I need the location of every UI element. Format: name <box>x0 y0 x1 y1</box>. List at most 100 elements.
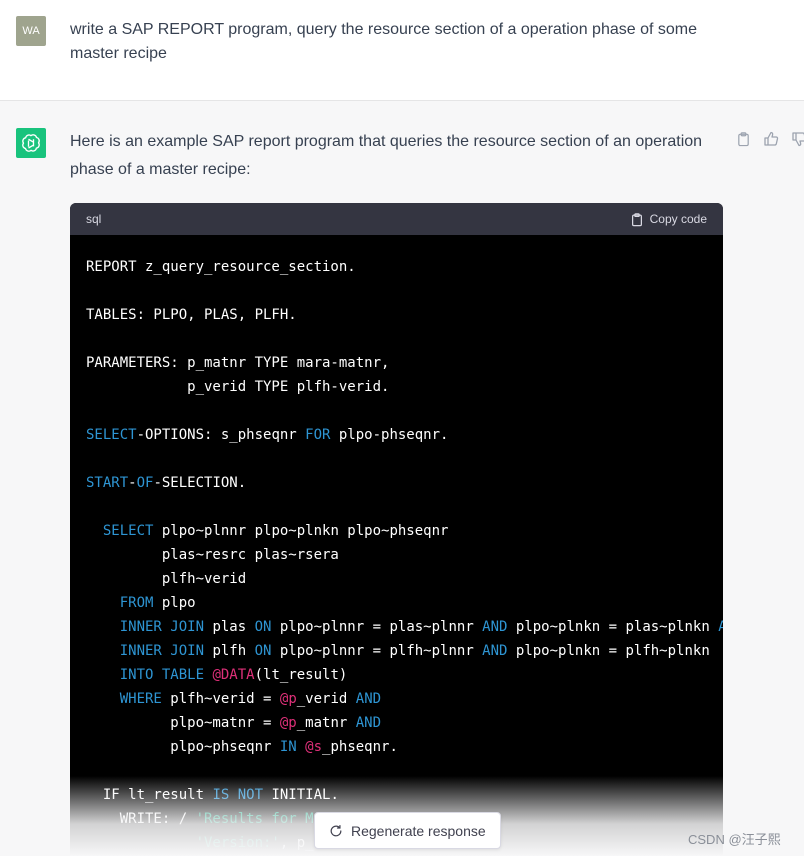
code-line: WHERE plfh~verid = @p_verid AND <box>86 687 707 711</box>
code-token: plpo~plnkn = plfh~plnkn <box>507 643 710 659</box>
code-token: plfh~verid <box>86 571 247 587</box>
code-token: plpo-phseqnr. <box>330 427 449 443</box>
user-message-row: WA write a SAP REPORT program, query the… <box>0 0 804 101</box>
code-token: -OPTIONS: s_phseqnr <box>136 427 306 443</box>
code-token: OF <box>136 475 154 491</box>
thumbs-up-icon[interactable] <box>762 130 780 148</box>
code-token: -SELECTION. <box>153 475 247 491</box>
code-token: PARAMETERS: p_matnr TYPE mara-matnr, <box>86 355 390 371</box>
code-line: START-OF-SELECTION. <box>86 471 707 495</box>
code-line: plfh~verid <box>86 567 707 591</box>
openai-logo-icon <box>16 128 46 158</box>
code-line: INNER JOIN plfh ON plpo~plnnr = plfh~pln… <box>86 639 710 663</box>
code-line: FROM plpo <box>86 591 707 615</box>
code-line: INNER JOIN plas ON plpo~plnnr = plas~pln… <box>86 615 723 639</box>
code-token: IN <box>279 739 297 755</box>
code-line: plpo~phseqnr IN @s_phseqnr. <box>86 735 707 759</box>
code-line: SELECT plpo~plnnr plpo~plnkn plpo~phseqn… <box>86 519 707 543</box>
code-token: WHERE <box>119 691 162 707</box>
clipboard-icon <box>631 212 642 226</box>
code-token: (lt_result) <box>254 667 348 683</box>
code-token: ON <box>254 619 272 635</box>
code-token: @p <box>279 691 297 707</box>
code-line: TABLES: PLPO, PLAS, PLFH. <box>86 303 707 327</box>
code-token: INNER JOIN <box>119 619 205 635</box>
code-line: REPORT z_query_resource_section. <box>86 255 707 279</box>
code-token: , p_ <box>279 835 314 851</box>
code-line: INTO TABLE @DATA(lt_result) <box>86 663 707 687</box>
code-token: plfh~verid = <box>161 691 280 707</box>
regenerate-response-label: Regenerate response <box>351 822 486 839</box>
code-token: _matnr <box>296 715 356 731</box>
clipboard-icon[interactable] <box>734 130 752 148</box>
thumbs-down-icon[interactable] <box>790 130 804 148</box>
code-token: plfh <box>204 643 255 659</box>
code-token: AND <box>482 619 508 635</box>
code-token: - <box>128 475 137 491</box>
code-token: @s <box>305 739 323 755</box>
assistant-message-text: Here is an example SAP report program th… <box>70 133 703 178</box>
code-line: SELECT-OPTIONS: s_phseqnr FOR plpo-phseq… <box>86 423 707 447</box>
code-token: A <box>718 619 723 635</box>
code-token: plas <box>204 619 255 635</box>
code-token: INTO TABLE <box>119 667 205 683</box>
code-token: _phseqnr. <box>322 739 398 755</box>
user-message-text: write a SAP REPORT program, query the re… <box>70 21 697 62</box>
code-token: AND <box>355 715 382 731</box>
code-line: p_verid TYPE plfh-verid. <box>86 375 707 399</box>
user-avatar: WA <box>16 16 46 46</box>
assistant-message-row: Here is an example SAP report program th… <box>0 102 804 856</box>
code-token: @p <box>279 715 297 731</box>
message-actions <box>734 130 804 148</box>
code-token: SELECT <box>86 427 137 443</box>
code-token: INNER JOIN <box>119 643 205 659</box>
code-token: TABLES: PLPO, PLAS, PLFH. <box>86 307 297 323</box>
code-token: FROM <box>119 595 154 611</box>
copy-code-button[interactable]: Copy code <box>630 212 707 227</box>
code-token: AND <box>355 691 382 707</box>
code-token: _verid <box>296 691 356 707</box>
code-token: 'Version:' <box>195 835 280 851</box>
code-content: REPORT z_query_resource_section. TABLES:… <box>70 235 723 856</box>
regenerate-response-button[interactable]: Regenerate response <box>314 812 501 849</box>
code-token: IF lt_result <box>86 787 213 803</box>
code-line: PARAMETERS: p_matnr TYPE mara-matnr, <box>86 351 707 375</box>
code-token: plpo~plnnr = plas~plnnr <box>271 619 483 635</box>
code-token: plpo <box>153 595 196 611</box>
code-token: plpo~phseqnr <box>86 739 280 755</box>
code-token: AND <box>482 643 508 659</box>
code-token: ON <box>254 643 272 659</box>
code-token: WRITE: / <box>86 811 196 827</box>
code-token: plpo~matnr = <box>86 715 280 731</box>
code-token: @DATA <box>212 667 255 683</box>
code-line: plas~resrc plas~rsera <box>86 543 707 567</box>
code-language-label: sql <box>86 212 102 226</box>
code-token: plas~resrc plas~rsera <box>86 547 339 563</box>
code-block: sql Copy code REPORT z_query_resource_se… <box>70 203 723 856</box>
edge-fragment <box>0 126 3 136</box>
code-token: 'Results for M <box>195 811 314 827</box>
code-token: p_verid TYPE plfh-verid. <box>86 379 390 395</box>
code-token: START <box>86 475 129 491</box>
code-token: plpo~plnnr = plfh~plnnr <box>271 643 483 659</box>
code-token: INITIAL. <box>263 787 339 803</box>
code-token: plpo~plnkn = plas~plnkn <box>507 619 719 635</box>
code-token: IS NOT <box>212 787 264 803</box>
code-header: sql Copy code <box>70 203 723 235</box>
code-token: REPORT z_query_resource_section. <box>86 259 356 275</box>
watermark: CSDN @汪子熙 <box>688 832 781 847</box>
code-token: SELECT <box>102 523 154 539</box>
